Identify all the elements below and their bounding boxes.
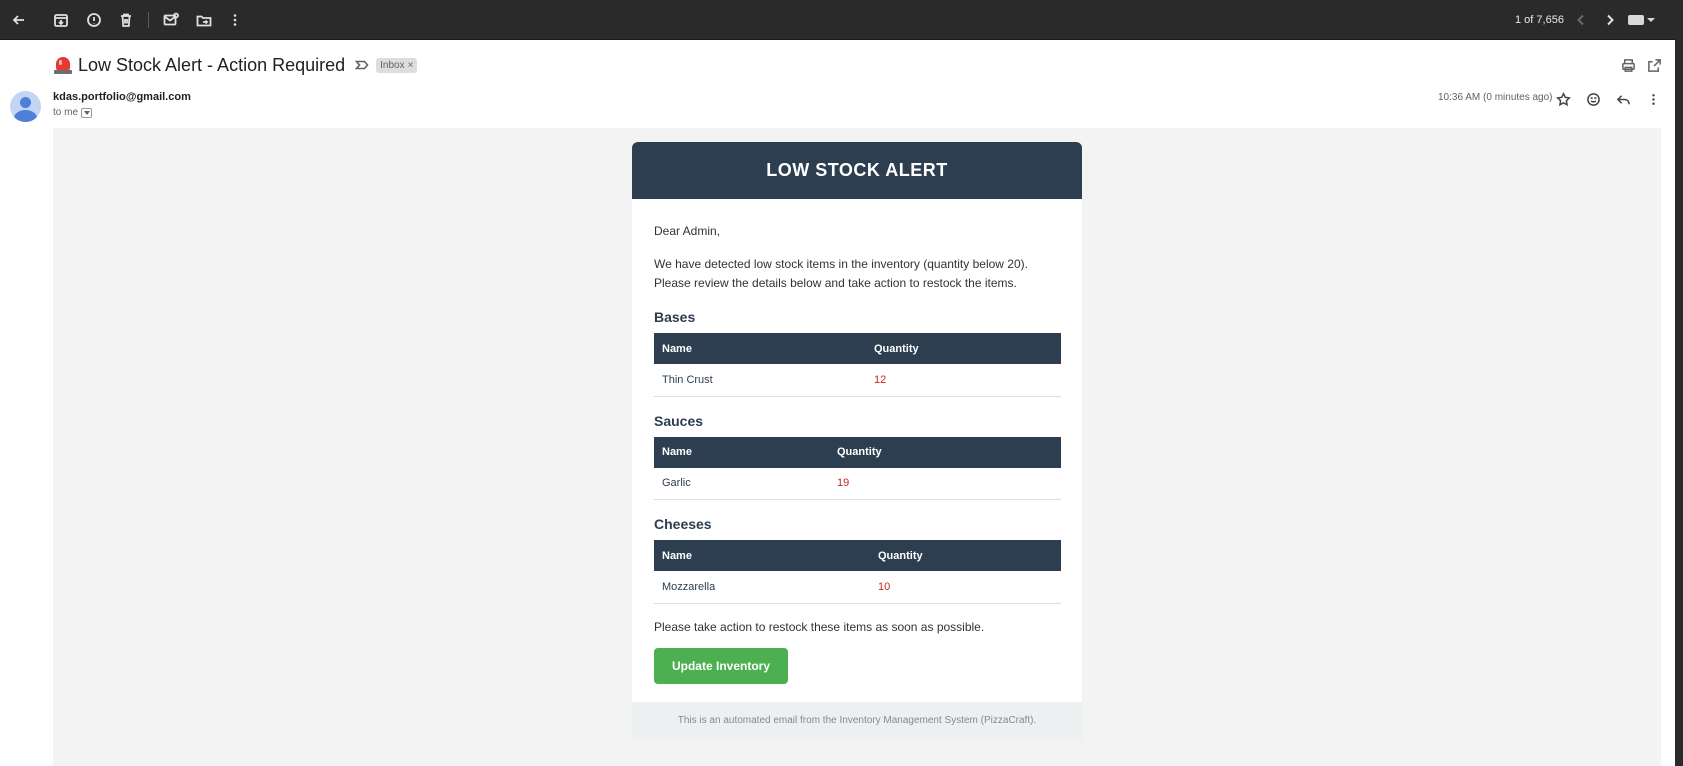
mark-unread-icon[interactable] — [162, 11, 180, 29]
avatar — [10, 91, 41, 122]
toolbar-divider — [148, 12, 149, 28]
email-body-canvas: LOW STOCK ALERT Dear Admin, We have dete… — [53, 128, 1661, 766]
section-title-cheeses: Cheeses — [654, 516, 712, 532]
section-title-sauces: Sauces — [654, 412, 704, 429]
top-toolbar: 1 of 7,656 — [0, 0, 1683, 40]
keyboard-icon[interactable] — [1628, 12, 1658, 28]
footer-text: This is an automated email from the Inve… — [677, 715, 1037, 726]
siren-icon — [53, 55, 73, 75]
item-name: Thin Crust — [654, 364, 866, 397]
column-header-quantity: Quantity — [870, 540, 1061, 571]
remove-label-icon[interactable]: × — [408, 60, 414, 71]
more-vert-icon[interactable] — [226, 11, 244, 29]
report-spam-icon[interactable] — [85, 11, 103, 29]
intro-line-1: We have detected low stock items in the … — [654, 257, 1028, 271]
next-chevron-icon[interactable] — [1601, 11, 1619, 29]
column-header-quantity: Quantity — [829, 436, 1061, 468]
table-row: Mozzarella 10 — [654, 571, 1061, 604]
more-options-icon[interactable] — [1644, 90, 1662, 108]
intro-paragraph: We have detected low stock items in the … — [654, 255, 1060, 293]
alert-footer: This is an automated email from the Inve… — [632, 701, 1082, 740]
column-header-quantity: Quantity — [866, 333, 1061, 364]
alert-content: Dear Admin, We have detected low stock i… — [632, 199, 1082, 702]
archive-icon[interactable] — [52, 11, 70, 29]
show-details-icon[interactable] — [81, 107, 93, 118]
item-name: Garlic — [654, 467, 829, 500]
inbox-label-text: Inbox — [380, 59, 405, 71]
prev-chevron-icon[interactable] — [1572, 11, 1590, 29]
email-timestamp: 10:36 AM (0 minutes ago) — [1438, 92, 1553, 103]
emoji-reaction-icon[interactable] — [1584, 90, 1602, 108]
email-subject: Low Stock Alert - Action Required — [78, 54, 346, 75]
inbox-label-chip: Inbox × — [376, 57, 418, 73]
open-new-window-icon[interactable] — [1646, 57, 1662, 73]
update-inventory-button[interactable]: Update Inventory — [654, 647, 788, 684]
delete-icon[interactable] — [117, 11, 135, 29]
item-quantity: 19 — [829, 467, 1061, 500]
print-icon[interactable] — [1620, 57, 1636, 73]
sauces-table: Name Quantity Garlic 19 — [654, 436, 1061, 500]
closing-text: Please take action to restock these item… — [654, 619, 985, 634]
section-title-bases: Bases — [654, 309, 696, 325]
alert-header: LOW STOCK ALERT — [632, 142, 1082, 199]
table-row: Thin Crust 12 — [654, 364, 1061, 397]
cheeses-table: Name Quantity Mozzarella 10 — [654, 540, 1061, 604]
star-icon[interactable] — [1554, 90, 1572, 108]
item-quantity: 10 — [870, 571, 1061, 604]
recipient-text: to me — [53, 107, 79, 118]
pagination-text: 1 of 7,656 — [1515, 14, 1564, 26]
reply-icon[interactable] — [1614, 90, 1632, 108]
column-header-name: Name — [654, 436, 829, 468]
alert-title: LOW STOCK ALERT — [766, 160, 948, 180]
bases-table: Name Quantity Thin Crust 12 — [654, 333, 1061, 397]
column-header-name: Name — [654, 333, 866, 364]
subject-row: Low Stock Alert - Action Required Inbox … — [53, 53, 418, 77]
column-header-name: Name — [654, 540, 870, 571]
back-arrow-icon[interactable] — [10, 11, 28, 29]
item-name: Mozzarella — [654, 571, 870, 604]
greeting-text: Dear Admin, — [654, 224, 721, 238]
item-quantity: 12 — [866, 364, 1061, 397]
intro-line-2: Please review the details below and take… — [654, 276, 1017, 290]
alert-card: LOW STOCK ALERT Dear Admin, We have dete… — [632, 142, 1082, 740]
window-edge — [1675, 0, 1683, 766]
recipient-row: to me — [53, 107, 93, 118]
label-important-icon[interactable] — [355, 58, 369, 72]
move-to-icon[interactable] — [195, 11, 213, 29]
table-row: Garlic 19 — [654, 467, 1061, 500]
sender-email[interactable]: kdas.portfolio@gmail.com — [53, 91, 191, 103]
